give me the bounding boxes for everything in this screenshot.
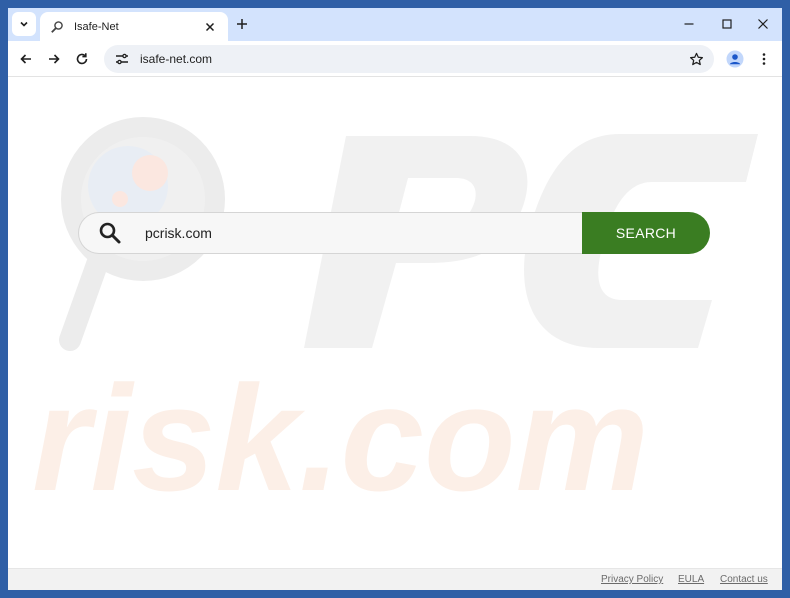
kebab-menu-icon [762, 53, 766, 65]
search-icon [97, 220, 123, 246]
maximize-icon [722, 19, 732, 29]
search-button[interactable]: SEARCH [582, 212, 710, 254]
tab-title: Isafe-Net [74, 20, 119, 33]
search-input[interactable] [145, 225, 525, 241]
tab-isafe-net[interactable]: Isafe-Net [40, 12, 228, 41]
forward-button[interactable] [42, 47, 66, 71]
star-icon[interactable] [686, 49, 706, 69]
title-bar: Isafe-Net [8, 8, 782, 41]
address-bar[interactable]: isafe-net.com [104, 45, 714, 73]
back-button[interactable] [14, 47, 38, 71]
eula-link[interactable]: EULA [678, 574, 704, 585]
reload-button[interactable] [70, 47, 94, 71]
magnifier-icon [50, 20, 64, 34]
minimize-icon [684, 23, 694, 25]
url-text: isafe-net.com [140, 52, 213, 66]
chevron-down-icon [20, 21, 28, 27]
watermark-logo: risk.com [32, 117, 758, 522]
close-window-button[interactable] [752, 14, 774, 34]
contact-us-link[interactable]: Contact us [720, 574, 768, 585]
tab-search-button[interactable] [12, 12, 36, 36]
footer: Privacy Policy EULA Contact us [8, 568, 782, 590]
menu-button[interactable] [752, 47, 776, 71]
person-icon [726, 50, 744, 68]
reload-icon [76, 53, 88, 65]
minimize-button[interactable] [678, 14, 700, 34]
browser-window: Isafe-Net isafe-net.com risk.com pcrisk.… [8, 8, 782, 590]
search-form: SEARCH [78, 212, 710, 254]
arrow-left-icon [20, 54, 31, 64]
tune-icon[interactable] [114, 51, 130, 67]
close-icon [758, 19, 768, 29]
svg-text:risk.com: risk.com [32, 354, 649, 522]
search-field[interactable] [78, 212, 583, 254]
privacy-policy-link[interactable]: Privacy Policy [601, 574, 663, 585]
arrow-right-icon [49, 54, 60, 64]
page-content: risk.com SEARCH Privacy Policy EULA Cont… [8, 78, 782, 590]
profile-button[interactable] [723, 47, 747, 71]
plus-icon [237, 19, 247, 29]
close-icon[interactable] [202, 19, 218, 35]
browser-toolbar: isafe-net.com [8, 41, 782, 77]
maximize-button[interactable] [716, 14, 738, 34]
new-tab-button[interactable] [232, 14, 252, 34]
